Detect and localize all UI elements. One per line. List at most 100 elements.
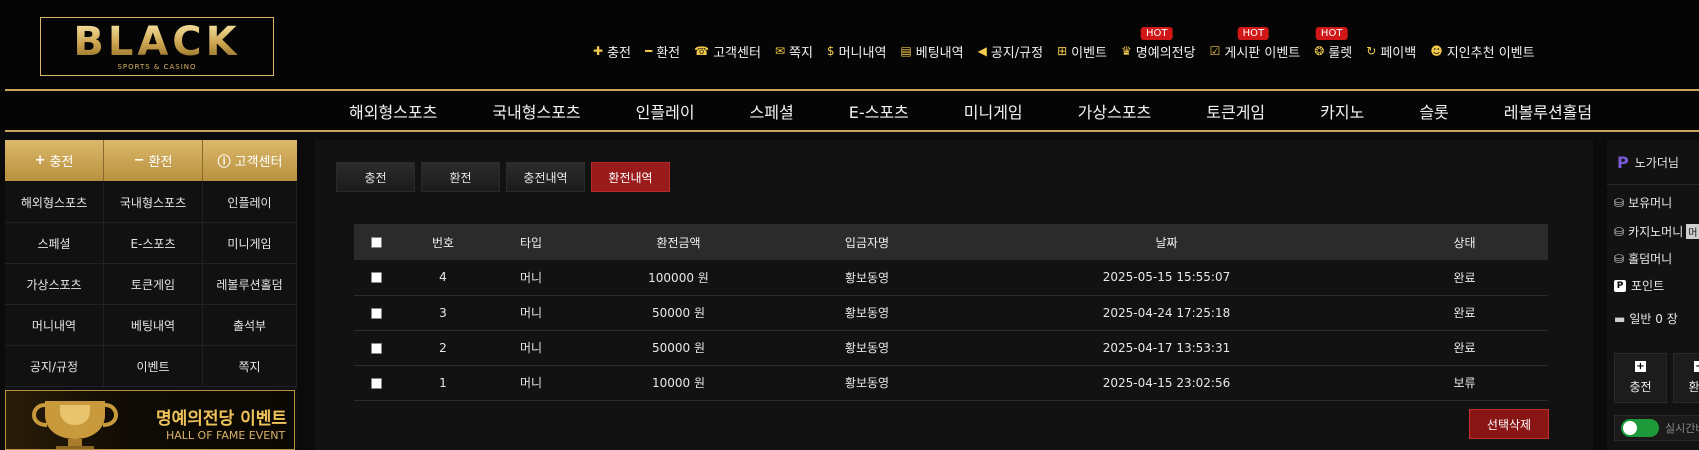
top-nav-money-history[interactable]: $ 머니내역 <box>826 42 886 61</box>
main-nav-esports[interactable]: E-스포츠 <box>849 99 909 123</box>
top-nav-label: 쪽지 <box>789 45 813 61</box>
hall-of-fame-banner[interactable]: 명예의전당 이벤트 HALL OF FAME EVENT <box>5 390 295 450</box>
table-row: 2 머니 50000 원 황보동영 2025-04-17 13:53:31 완료 <box>354 330 1548 366</box>
row-checkbox[interactable] <box>371 342 382 354</box>
sidebar-item[interactable]: 가상스포츠 <box>5 264 104 305</box>
row-checkbox[interactable] <box>371 377 382 389</box>
money-bag-icon: $ <box>826 44 835 58</box>
logo[interactable]: BLACK SPORTS & CASINO <box>40 17 274 76</box>
user-header: P 노가더님 <box>1607 140 1699 185</box>
top-nav-roulette[interactable]: HOT ❂ 룰렛 <box>1314 27 1352 61</box>
tab-exchange-history[interactable]: 환전내역 <box>591 162 670 192</box>
sidebar-item[interactable]: 스페셜 <box>5 223 104 264</box>
row-number: 2 <box>399 330 487 366</box>
main-nav-minigame[interactable]: 미니게임 <box>964 99 1023 123</box>
holdem-money-row: ⛁ 홀덤머니 <box>1614 250 1672 267</box>
minus-icon: − <box>1694 361 1699 372</box>
row-checkbox[interactable] <box>371 272 382 284</box>
tab-exchange[interactable]: 환전 <box>421 162 500 192</box>
column-header: 상태 <box>1381 224 1548 260</box>
casino-money-label: 카지노머니 <box>1628 225 1684 239</box>
top-nav-event[interactable]: ⊞ 이벤트 <box>1057 42 1107 61</box>
tab-bar: 충전 환전 충전내역 환전내역 <box>336 162 676 192</box>
row-depositor: 황보동영 <box>782 260 952 296</box>
sidebar-charge-button[interactable]: + 충전 <box>5 140 104 181</box>
sidebar-item[interactable]: 미니게임 <box>203 223 297 264</box>
panel-exchange-button[interactable]: − 환전 <box>1673 353 1699 403</box>
top-nav-notice[interactable]: ◀ 공지/규정 <box>977 42 1043 61</box>
main-nav-overseas-sports[interactable]: 해외형스포츠 <box>349 99 437 123</box>
panel-exchange-label: 환전 <box>1688 380 1699 394</box>
sidebar-item[interactable]: 토큰게임 <box>104 264 203 305</box>
sidebar-item[interactable]: 국내형스포츠 <box>104 182 203 223</box>
select-all-checkbox[interactable] <box>371 237 382 248</box>
main-nav-casino[interactable]: 카지노 <box>1320 99 1364 123</box>
right-panel: P 노가더님 ⛁ 보유머니 ⛁ 카지노머니 머 ⛁ 홀덤머니 P 포인트 ▬ 일반 0 장 … <box>1607 140 1699 450</box>
row-type: 머니 <box>487 365 575 401</box>
top-nav-board-event[interactable]: HOT ☑ 게시판 이벤트 <box>1210 27 1300 61</box>
support-icon: ☎ <box>694 44 710 58</box>
row-select-cell <box>354 295 399 331</box>
sidebar-item[interactable]: 인플레이 <box>203 182 297 223</box>
coupon-label: 일반 0 장 <box>1629 312 1678 326</box>
top-nav-support[interactable]: ☎ 고객센터 <box>694 42 761 61</box>
main-nav-inplay[interactable]: 인플레이 <box>636 99 695 123</box>
row-status: 보류 <box>1381 365 1548 401</box>
casino-money-chip[interactable]: 머 <box>1686 224 1699 239</box>
mail-icon: ✉ <box>774 44 785 58</box>
logo-text: BLACK <box>73 19 241 65</box>
main-nav-token-game[interactable]: 토큰게임 <box>1206 99 1265 123</box>
top-nav-bet-history[interactable]: ▤ 베팅내역 <box>900 42 963 61</box>
sidebar-item[interactable]: 레볼루션홀덤 <box>203 264 297 305</box>
trophy-icon: ♛ <box>1121 44 1132 58</box>
realtime-toggle-label: 실시간배 <box>1665 422 1699 435</box>
row-date: 2025-04-15 23:02:56 <box>952 365 1381 401</box>
panel-charge-button[interactable]: + 충전 <box>1614 353 1667 403</box>
top-nav-message[interactable]: ✉ 쪽지 <box>774 42 813 61</box>
top-nav-referral[interactable]: ☻ 지인추천 이벤트 <box>1430 42 1535 61</box>
sidebar-item[interactable]: 베팅내역 <box>104 305 203 346</box>
logo-subtitle: SPORTS & CASINO <box>117 63 197 71</box>
row-status: 완료 <box>1381 330 1548 366</box>
main-nav-virtual-sports[interactable]: 가상스포츠 <box>1078 99 1152 123</box>
top-nav-label: 지인추천 이벤트 <box>1446 45 1535 61</box>
top-nav-label: 고객센터 <box>713 45 761 61</box>
casino-money-row: ⛁ 카지노머니 머 <box>1614 223 1699 240</box>
top-nav-payback[interactable]: ↻ 페이백 <box>1366 42 1417 61</box>
realtime-toggle[interactable] <box>1621 419 1659 437</box>
sidebar-item[interactable]: 출석부 <box>203 305 297 346</box>
delete-selected-button[interactable]: 선택삭제 <box>1469 409 1549 439</box>
sidebar-item[interactable]: 공지/규정 <box>5 346 104 387</box>
top-nav-exchange[interactable]: ━ 환전 <box>644 42 680 61</box>
column-header: 입금자명 <box>782 224 952 260</box>
top-nav-label: 페이백 <box>1380 45 1417 61</box>
main-nav-domestic-sports[interactable]: 국내형스포츠 <box>492 99 580 123</box>
sidebar-menu-grid: 해외형스포츠 국내형스포츠 인플레이 스페셜 E-스포츠 미니게임 가상스포츠 … <box>5 182 297 387</box>
main-content: 충전 환전 충전내역 환전내역 번호 타입 환전금액 입금자명 날짜 상태 4 … <box>315 140 1593 450</box>
row-status: 완료 <box>1381 260 1548 296</box>
sidebar-item[interactable]: E-스포츠 <box>104 223 203 264</box>
sidebar-support-button[interactable]: ⓘ 고객센터 <box>203 140 297 181</box>
row-checkbox[interactable] <box>371 307 382 319</box>
main-nav-revolution-holdem[interactable]: 레볼루션홀덤 <box>1504 99 1592 123</box>
sidebar-item[interactable]: 쪽지 <box>203 346 297 387</box>
row-select-cell <box>354 260 399 296</box>
tab-charge[interactable]: 충전 <box>336 162 415 192</box>
top-nav-hall-of-fame[interactable]: HOT ♛ 명예의전당 <box>1121 27 1196 61</box>
tab-charge-history[interactable]: 충전내역 <box>506 162 585 192</box>
sidebar-item[interactable]: 이벤트 <box>104 346 203 387</box>
megaphone-icon: ◀ <box>977 44 987 58</box>
top-nav-charge[interactable]: ✚ 충전 <box>593 42 631 61</box>
banner-title: 명예의전당 이벤트 <box>156 409 288 429</box>
info-icon: ⓘ <box>217 155 231 170</box>
top-nav: ✚ 충전 ━ 환전 ☎ 고객센터 ✉ 쪽지 $ 머니내역 ▤ 베팅내역 ◀ 공지/규정 ⊞ 이벤… <box>593 27 1549 61</box>
header: BLACK SPORTS & CASINO ✚ 충전 ━ 환전 ☎ 고객센터 ✉ 쪽지 … <box>0 0 1699 90</box>
row-type: 머니 <box>487 260 575 296</box>
main-nav-special[interactable]: 스페셜 <box>750 99 794 123</box>
minus-icon: ━ <box>644 44 653 58</box>
main-nav-slot[interactable]: 슬롯 <box>1419 99 1448 123</box>
main-nav: 해외형스포츠 국내형스포츠 인플레이 스페셜 E-스포츠 미니게임 가상스포츠 … <box>0 92 1699 130</box>
sidebar-exchange-button[interactable]: − 환전 <box>104 140 203 181</box>
sidebar-item[interactable]: 해외형스포츠 <box>5 182 104 223</box>
sidebar-item[interactable]: 머니내역 <box>5 305 104 346</box>
